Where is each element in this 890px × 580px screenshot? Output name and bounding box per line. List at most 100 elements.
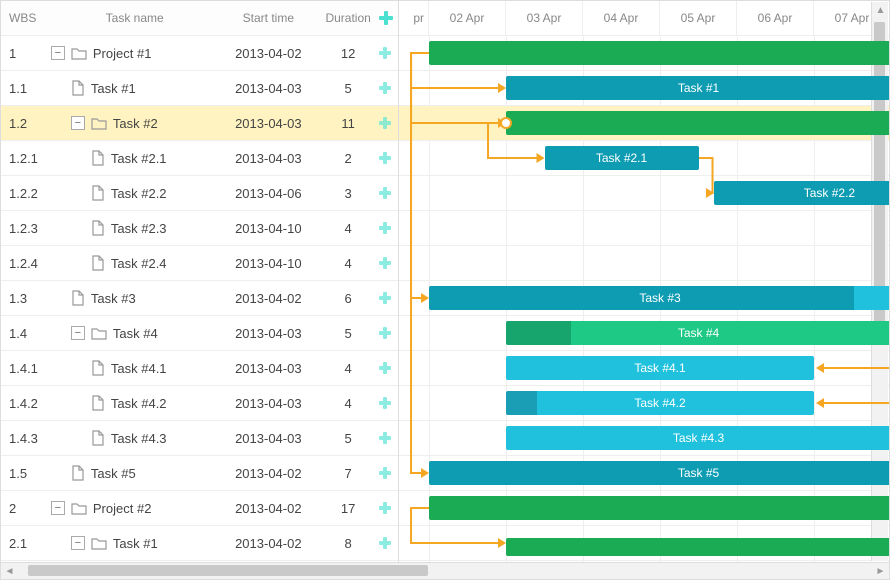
grid-row[interactable]: 1.2.4Task #2.42013-04-104 [1,246,398,281]
file-icon [71,80,85,96]
timeline-day-header: 05 Apr [660,1,737,35]
v-scroll-thumb[interactable] [874,22,885,322]
collapse-toggle[interactable]: − [51,46,65,60]
grid-row[interactable]: 1.2.1Task #2.12013-04-032 [1,141,398,176]
add-task-button[interactable] [378,361,398,375]
add-task-button[interactable] [378,466,398,480]
grid-row[interactable]: 1.2.3Task #2.32013-04-104 [1,211,398,246]
add-task-button[interactable] [378,186,398,200]
task-name: Task #5 [91,466,136,481]
project-bar[interactable] [506,111,889,135]
h-scroll-thumb[interactable] [28,565,428,576]
add-task-button[interactable] [378,151,398,165]
col-header-wbs[interactable]: WBS [1,11,51,25]
task-bar[interactable]: Task #4.3 [506,426,889,450]
bar-label: Task #1 [506,540,889,554]
project-bar[interactable]: Task #4 [506,321,889,345]
collapse-toggle[interactable]: − [71,116,85,130]
col-header-duration[interactable]: Duration [318,11,378,25]
grid-row[interactable]: 1.2−Task #22013-04-0311 [1,106,398,141]
task-bar[interactable]: Task #4.2 [506,391,814,415]
start-cell: 2013-04-06 [218,186,318,201]
wbs-cell: 1.4.1 [1,361,51,376]
collapse-toggle[interactable]: − [71,326,85,340]
task-name: Task #1 [113,536,158,551]
collapse-toggle[interactable]: − [71,536,85,550]
grid-row[interactable]: 1.4.3Task #4.32013-04-035 [1,421,398,456]
project-bar[interactable] [429,496,889,520]
grid-row[interactable]: 2−Project #22013-04-0217 [1,491,398,526]
scroll-up-button[interactable]: ▲ [872,2,889,19]
start-cell: 2013-04-10 [218,221,318,236]
wbs-cell: 1.4.3 [1,431,51,446]
add-column-button[interactable] [378,10,398,26]
add-task-button[interactable] [378,536,398,550]
scroll-left-button[interactable]: ◄ [1,563,18,580]
timeline-row[interactable] [399,246,889,281]
wbs-cell: 1.1 [1,81,51,96]
wbs-cell: 1.2.2 [1,186,51,201]
add-task-button[interactable] [378,46,398,60]
add-task-button[interactable] [378,326,398,340]
scroll-right-button[interactable]: ► [872,563,889,580]
wbs-cell: 1.2 [1,116,51,131]
file-icon [71,465,85,481]
grid-row[interactable]: 1.1Task #12013-04-035 [1,71,398,106]
timeline-body[interactable]: Project #1 Task #1 Task #2.1 Task #2.2 Task … [399,36,889,562]
duration-cell: 5 [318,431,378,446]
wbs-cell: 2 [1,501,51,516]
folder-icon [91,536,107,550]
horizontal-scrollbar[interactable]: ◄ ► [1,562,889,579]
wbs-cell: 1.2.3 [1,221,51,236]
task-name: Project #2 [93,501,152,516]
task-name: Task #4.2 [111,396,167,411]
task-bar[interactable]: Task #2.1 [545,146,699,170]
col-header-start[interactable]: Start time [218,11,318,25]
timeline: pr02 Apr03 Apr04 Apr05 Apr06 Apr07 Apr0 … [399,1,889,562]
grid-row[interactable]: 1.5Task #52013-04-027 [1,456,398,491]
task-grid: WBS Task name Start time Duration 1−Proj… [1,1,399,562]
grid-row[interactable]: 1−Project #12013-04-0212 [1,36,398,71]
add-task-button[interactable] [378,256,398,270]
duration-cell: 4 [318,221,378,236]
timeline-day-header: 03 Apr [506,1,583,35]
project-bar[interactable]: Task #1 [506,538,889,556]
add-task-button[interactable] [378,291,398,305]
timeline-day-header: 04 Apr [583,1,660,35]
grid-row[interactable]: 1.4.2Task #4.22013-04-034 [1,386,398,421]
col-header-name[interactable]: Task name [51,11,219,25]
gantt-app: WBS Task name Start time Duration 1−Proj… [0,0,890,580]
duration-cell: 4 [318,256,378,271]
task-bar[interactable]: Task #1 [506,76,889,100]
add-task-button[interactable] [378,116,398,130]
bar-label: Task #2.1 [545,151,699,165]
h-scroll-track[interactable] [18,563,872,579]
start-cell: 2013-04-03 [218,151,318,166]
collapse-toggle[interactable]: − [51,501,65,515]
start-cell: 2013-04-02 [218,536,318,551]
bar-label: Project #1 [429,46,889,60]
bar-label: Task #4.3 [506,431,889,445]
grid-row[interactable]: 2.1−Task #12013-04-028 [1,526,398,561]
start-cell: 2013-04-02 [218,291,318,306]
wbs-cell: 1.2.4 [1,256,51,271]
add-task-button[interactable] [378,431,398,445]
duration-cell: 12 [318,46,378,61]
add-task-button[interactable] [378,81,398,95]
folder-icon [91,326,107,340]
grid-row[interactable]: 1.3Task #32013-04-026 [1,281,398,316]
add-task-button[interactable] [378,221,398,235]
task-bar[interactable]: Task #5 [429,461,889,485]
add-task-button[interactable] [378,501,398,515]
project-bar[interactable]: Project #1 [429,41,889,65]
add-task-button[interactable] [378,396,398,410]
task-name: Task #1 [91,81,136,96]
task-bar[interactable]: Task #4.1 [506,356,814,380]
link-start-marker[interactable] [501,118,511,128]
grid-row[interactable]: 1.2.2Task #2.22013-04-063 [1,176,398,211]
grid-row[interactable]: 1.4.1Task #4.12013-04-034 [1,351,398,386]
task-bar[interactable]: Task #3 [429,286,889,310]
timeline-row[interactable] [399,211,889,246]
task-bar[interactable]: Task #2.2 [714,181,889,205]
grid-row[interactable]: 1.4−Task #42013-04-035 [1,316,398,351]
